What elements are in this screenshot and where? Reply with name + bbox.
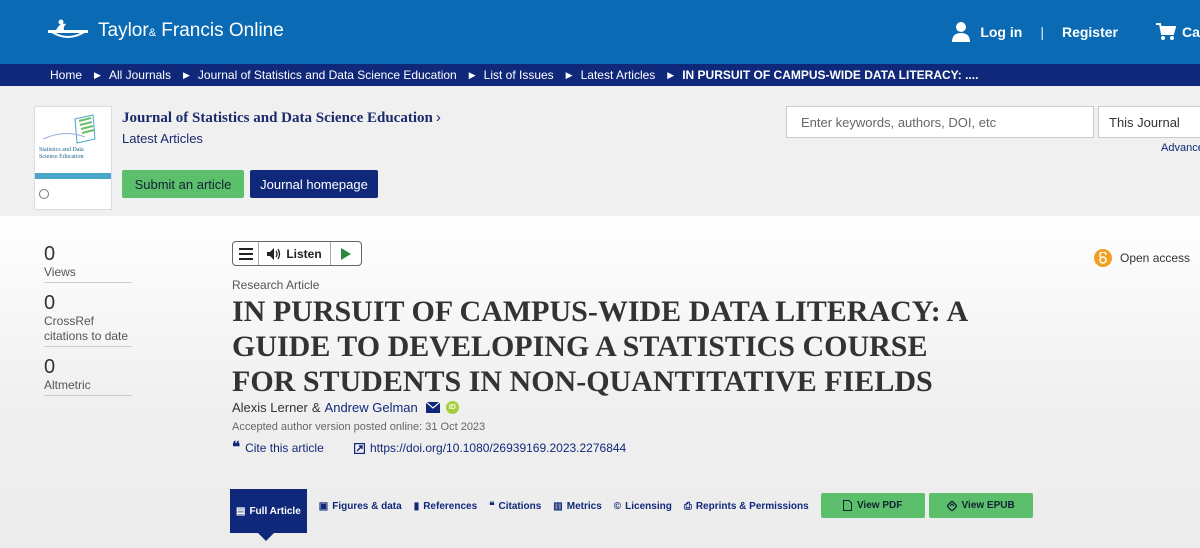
tab-metrics[interactable]: ▥ Metrics xyxy=(553,489,601,523)
metric-altmetric: 0 Altmetric xyxy=(44,356,132,396)
tab-references[interactable]: ▮ References xyxy=(414,489,477,523)
metric-value: 0 xyxy=(44,243,56,265)
author-lerner[interactable]: Alexis Lerner xyxy=(232,400,308,415)
breadcrumb-list-of-issues[interactable]: List of Issues xyxy=(484,68,554,82)
metric-label: CrossRef citations to date xyxy=(44,314,129,343)
search-input[interactable] xyxy=(786,106,1094,138)
author-gelman[interactable]: Andrew Gelman xyxy=(325,400,418,415)
active-tab-pointer xyxy=(258,533,274,541)
breadcrumb-home[interactable]: Home xyxy=(50,68,82,82)
article-title: IN PURSUIT OF CAMPUS-WIDE DATA LITERACY:… xyxy=(232,295,967,398)
register-link[interactable]: Register xyxy=(1062,24,1118,40)
bar-chart-icon: ▥ xyxy=(553,500,563,512)
article-type: Research Article xyxy=(232,278,320,292)
tab-figures-data[interactable]: ▣ Figures & data xyxy=(319,489,402,523)
tab-licensing[interactable]: © Licensing xyxy=(614,489,672,523)
document-icon: ▤ xyxy=(236,505,246,517)
cite-article-link[interactable]: ❝ Cite this article xyxy=(232,440,324,456)
quote-icon: ❝ xyxy=(489,500,495,512)
journal-subtitle: Latest Articles xyxy=(122,131,203,146)
cover-illustration-icon xyxy=(42,114,96,144)
login-link[interactable]: Log in xyxy=(952,21,1022,43)
external-link-icon xyxy=(354,442,365,454)
breadcrumb-latest-articles[interactable]: Latest Articles xyxy=(581,68,656,82)
author-separator: & xyxy=(311,400,321,415)
breadcrumb-arrow-icon: ▶ xyxy=(94,69,101,80)
tab-full-article[interactable]: ▤ Full Article xyxy=(230,489,307,533)
metric-views: 0 Views xyxy=(44,243,132,283)
play-button[interactable] xyxy=(331,242,361,265)
breadcrumb-arrow-icon: ▶ xyxy=(182,69,190,80)
logo-text: Taylor& Francis Online xyxy=(98,20,284,41)
view-pdf-button[interactable]: View PDF xyxy=(820,493,925,518)
journal-header: Statistics and Data Science Education Jo… xyxy=(0,86,1200,216)
doi-link[interactable]: https://doi.org/10.1080/26939169.2023.22… xyxy=(354,441,626,455)
pdf-icon xyxy=(842,500,852,511)
site-header: Taylor& Francis Online Log in | Register… xyxy=(0,0,1200,64)
metric-label: Altmetric xyxy=(44,378,91,392)
cover-title: Statistics and Data Science Education xyxy=(39,147,84,160)
breadcrumb-journal[interactable]: Journal of Statistics and Data Science E… xyxy=(198,68,457,82)
breadcrumb-current-article: IN PURSUIT OF CAMPUS-WIDE DATA LITERACY:… xyxy=(682,68,979,82)
quote-icon: ❝ xyxy=(232,440,241,456)
metric-value: 0 xyxy=(44,356,56,378)
open-access-lock-icon xyxy=(1094,249,1112,267)
site-logo[interactable]: Taylor& Francis Online xyxy=(46,18,284,44)
book-icon: ▮ xyxy=(413,500,420,512)
breadcrumb: Home ▶ All Journals ▶ Journal of Statist… xyxy=(0,64,1200,86)
posted-date: Accepted author version posted online: 3… xyxy=(232,421,486,433)
journal-title-link[interactable]: Journal of Statistics and Data Science E… xyxy=(122,109,441,127)
speaker-icon xyxy=(267,247,281,260)
lamp-logo-icon xyxy=(48,19,88,38)
readspeaker-toolbar: Listen xyxy=(232,241,362,266)
breadcrumb-all-journals[interactable]: All Journals xyxy=(109,68,171,82)
article-metrics: 0 Views 0 CrossRef citations to date 0 A… xyxy=(44,243,132,405)
listen-button[interactable]: Listen xyxy=(259,242,331,265)
journal-homepage-button[interactable]: Journal homepage xyxy=(250,170,378,198)
printer-icon: ⎙ xyxy=(683,500,692,512)
search-scope-select[interactable]: This Journal xyxy=(1098,106,1200,138)
article-main: 0 Views 0 CrossRef citations to date 0 A… xyxy=(0,216,1200,548)
metric-value: 0 xyxy=(44,292,56,314)
metric-label: Views xyxy=(44,265,76,279)
breadcrumb-arrow-icon: ▶ xyxy=(565,69,573,80)
breadcrumb-arrow-icon: ▶ xyxy=(468,69,476,80)
user-icon xyxy=(952,22,971,42)
hamburger-menu-icon xyxy=(238,247,253,260)
cart-link[interactable]: Cart xyxy=(1156,23,1200,41)
cover-seal-icon xyxy=(39,189,49,199)
copyright-icon: © xyxy=(613,500,622,512)
header-separator: | xyxy=(1040,24,1044,40)
image-icon: ▣ xyxy=(318,500,329,512)
cover-strip xyxy=(35,173,111,179)
journal-cover-image[interactable]: Statistics and Data Science Education xyxy=(34,106,112,210)
article-tabs: ▤ Full Article ▣ Figures & data ▮ Refere… xyxy=(230,489,1037,533)
tab-citations[interactable]: ❝ Citations xyxy=(489,489,541,523)
metric-crossref: 0 CrossRef citations to date xyxy=(44,292,132,347)
submit-article-button[interactable]: Submit an article xyxy=(122,170,244,198)
email-icon[interactable] xyxy=(425,402,440,413)
orcid-icon[interactable]: iD xyxy=(445,401,459,414)
listen-menu-button[interactable] xyxy=(233,242,259,265)
tab-reprints-permissions[interactable]: ⎙ Reprints & Permissions xyxy=(684,489,809,523)
open-access-badge: Open access xyxy=(1094,249,1190,267)
article-authors: Alexis Lerner & Andrew Gelman iD xyxy=(232,400,459,415)
epub-icon xyxy=(946,500,957,511)
play-icon xyxy=(341,247,351,260)
cart-icon xyxy=(1156,23,1176,40)
view-epub-button[interactable]: View EPUB xyxy=(928,493,1033,518)
advanced-search-link[interactable]: Advanced search xyxy=(1161,142,1200,154)
breadcrumb-arrow-icon: ▶ xyxy=(667,69,675,80)
chevron-right-icon: › xyxy=(435,109,441,126)
